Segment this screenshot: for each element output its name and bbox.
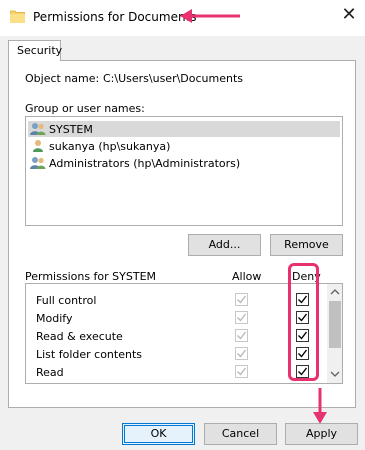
- allow-checkbox: [235, 347, 248, 360]
- permission-name: Read & execute: [36, 330, 123, 343]
- scrollbar-thumb[interactable]: [329, 301, 341, 348]
- apply-button[interactable]: Apply: [285, 423, 358, 445]
- user-icon: [33, 140, 43, 152]
- list-item-administrators[interactable]: Administrators (hp\Administrators): [28, 155, 340, 171]
- ok-button[interactable]: OK: [122, 423, 195, 445]
- deny-column-annotation: [288, 263, 319, 381]
- check-icon: [237, 295, 247, 304]
- permission-name: Full control: [36, 294, 97, 307]
- allow-checkbox: [235, 311, 248, 324]
- object-name-value: C:\Users\user\Documents: [103, 72, 244, 85]
- check-icon: [237, 331, 247, 340]
- list-item-system[interactable]: SYSTEM: [28, 121, 340, 137]
- annotation-arrow-icon: [180, 9, 240, 23]
- cancel-button[interactable]: Cancel: [204, 423, 277, 445]
- list-item-label: sukanya (hp\sukanya): [49, 139, 171, 153]
- tab-security[interactable]: Security: [8, 40, 62, 61]
- allow-column-header: Allow: [232, 270, 262, 283]
- permissions-scrollbar[interactable]: [327, 284, 342, 383]
- window-title: Permissions for Documents: [33, 10, 197, 24]
- check-icon: [237, 367, 247, 376]
- check-icon: [237, 349, 247, 358]
- group-user-list[interactable]: SYSTEM sukanya (hp\sukanya) Administrato…: [25, 116, 343, 226]
- object-name-label: Object name:: [25, 72, 100, 85]
- permission-row: Full control: [26, 291, 326, 309]
- permission-name: Modify: [36, 312, 73, 325]
- group-names-label: Group or user names:: [25, 102, 145, 115]
- permissions-label: Permissions for SYSTEM: [25, 270, 157, 283]
- close-button[interactable]: ✕: [340, 6, 358, 24]
- check-icon: [237, 313, 247, 322]
- permission-row: List folder contents: [26, 345, 326, 363]
- group-icon: [30, 123, 46, 135]
- allow-checkbox: [235, 365, 248, 378]
- annotation-arrow-icon: [313, 388, 327, 424]
- remove-button[interactable]: Remove: [270, 234, 343, 256]
- scroll-up-icon[interactable]: [330, 288, 340, 296]
- permission-row: Modify: [26, 309, 326, 327]
- allow-checkbox: [235, 293, 248, 306]
- allow-checkbox: [235, 329, 248, 342]
- group-icon: [30, 157, 46, 169]
- ok-button-label: OK: [150, 427, 167, 440]
- list-item-sukanya[interactable]: sukanya (hp\sukanya): [28, 138, 340, 154]
- add-button[interactable]: Add...: [188, 234, 261, 256]
- permission-row: Read: [26, 363, 326, 381]
- list-item-label: SYSTEM: [49, 122, 93, 136]
- permission-row: Read & execute: [26, 327, 326, 345]
- permission-name: List folder contents: [36, 348, 142, 361]
- permission-name: Read: [36, 366, 64, 379]
- folder-icon: [10, 10, 25, 23]
- scroll-down-icon[interactable]: [330, 370, 340, 378]
- list-item-label: Administrators (hp\Administrators): [49, 156, 241, 170]
